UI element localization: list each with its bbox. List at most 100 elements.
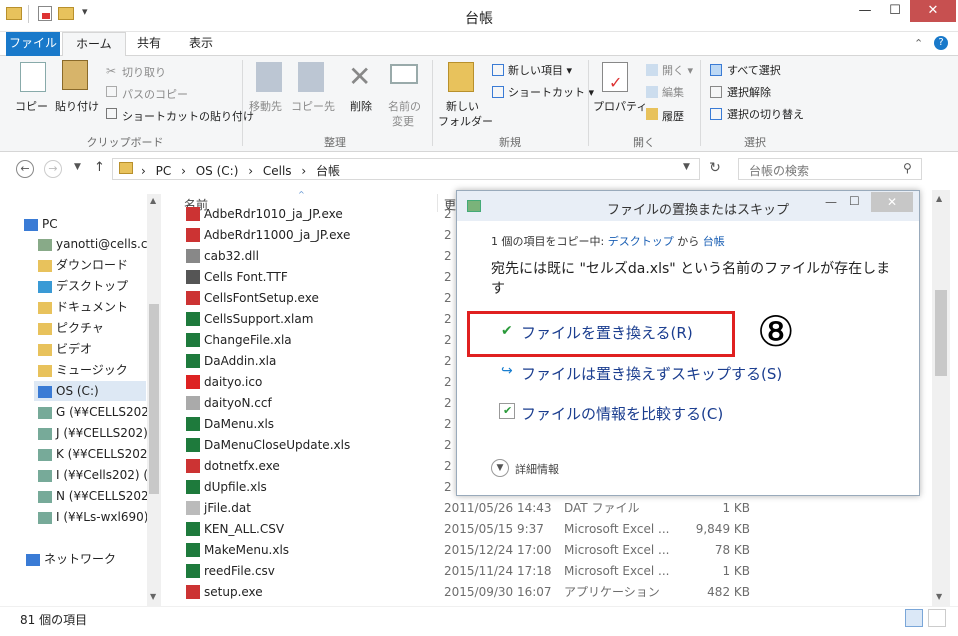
paste-shortcut-icon — [106, 108, 117, 119]
file-icon — [186, 522, 200, 536]
back-icon[interactable]: ← — [16, 160, 34, 178]
file-date: 2 — [444, 396, 452, 410]
window-title: 台帳 — [465, 11, 493, 27]
nav-item-k[interactable]: K (¥¥CELLS202 — [38, 444, 148, 464]
breadcrumb-daicho[interactable]: 台帳 — [316, 164, 340, 178]
chevron-up-icon[interactable]: ⌃ — [914, 37, 923, 50]
search-input[interactable]: 台帳の検索 — [749, 162, 809, 179]
tab-view[interactable]: 表示 — [176, 32, 226, 56]
more-details-button[interactable]: 詳細情報 — [515, 461, 559, 477]
details-view-icon[interactable] — [905, 609, 923, 627]
chevron-down-icon[interactable]: ▼ — [491, 459, 509, 477]
search-icon[interactable]: ⚲ — [903, 161, 912, 175]
check-icon: ✔ — [501, 323, 513, 339]
invert-selection-button[interactable]: 選択の切り替え — [727, 106, 804, 122]
copy-to-button[interactable]: コピー先 — [291, 98, 335, 114]
computer-icon — [24, 218, 38, 231]
nav-item-i-cells[interactable]: I (¥¥Cells202) ( — [38, 465, 148, 485]
table-row[interactable]: setup.exe 2015/09/30 16:07 アプリケーション 482 KB — [176, 582, 776, 603]
file-date: 2 — [444, 249, 452, 263]
file-date: 2015/05/15 9:37 — [444, 522, 544, 536]
properties-button[interactable]: プロパティ — [593, 98, 647, 114]
large-icons-view-icon[interactable] — [928, 609, 946, 627]
history-button[interactable]: 履歴 — [662, 108, 684, 124]
breadcrumb-drive[interactable]: OS (C:) — [196, 164, 239, 178]
breadcrumb-sep: › — [248, 164, 254, 178]
network-drive-icon — [38, 448, 52, 461]
minimize-button[interactable]: — — [850, 0, 880, 22]
copy-path-button[interactable]: パスのコピー — [122, 86, 188, 102]
skip-option[interactable]: ファイルは置き換えずスキップする(S) — [521, 363, 782, 384]
search-box[interactable]: 台帳の検索 ⚲ — [738, 158, 922, 180]
breadcrumb-cells[interactable]: Cells — [263, 164, 292, 178]
compare-option[interactable]: ファイルの情報を比較する(C) — [521, 403, 723, 424]
source-link[interactable]: デスクトップ — [608, 235, 674, 248]
open-group-label: 開く — [633, 136, 655, 149]
file-icon — [186, 312, 200, 326]
nav-item-i-ls[interactable]: I (¥¥Ls-wxl690) — [38, 507, 148, 527]
dialog-maximize-button[interactable]: ☐ — [849, 194, 860, 208]
new-item-button[interactable]: 新しい項目 ▾ — [508, 62, 572, 78]
move-to-button[interactable]: 移動先 — [249, 98, 282, 114]
nav-item-downloads[interactable]: ダウンロード — [38, 255, 128, 275]
paste-shortcut-button[interactable]: ショートカットの貼り付け — [122, 108, 254, 124]
nav-item-music[interactable]: ミュージック — [38, 360, 128, 380]
edit-button[interactable]: 編集 — [662, 84, 684, 100]
select-none-button[interactable]: 選択解除 — [727, 84, 771, 100]
breadcrumb-pc[interactable]: PC — [156, 164, 172, 178]
table-row[interactable]: MakeMenu.xls 2015/12/24 17:00 Microsoft Ex… — [176, 540, 776, 561]
nav-item-n[interactable]: N (¥¥CELLS202 — [38, 486, 149, 506]
rename-button-line1[interactable]: 名前の — [388, 98, 421, 114]
file-name: Cells Font.TTF — [204, 270, 288, 284]
delete-button[interactable]: 削除 — [350, 98, 372, 114]
table-row[interactable]: jFile.dat 2011/05/26 14:43 DAT ファイル 1 KB — [176, 498, 776, 519]
paste-button[interactable]: 貼り付け — [55, 98, 99, 114]
open-button[interactable]: 開く ▾ — [662, 62, 693, 78]
shortcut-button[interactable]: ショートカット ▾ — [508, 84, 594, 100]
dialog-minimize-button[interactable]: — — [825, 195, 837, 209]
cut-button[interactable]: 切り取り — [122, 64, 166, 80]
address-dropdown-icon[interactable]: ▼ — [683, 162, 690, 172]
nav-item-desktop[interactable]: デスクトップ — [38, 276, 128, 296]
file-icon — [186, 270, 200, 284]
help-icon[interactable]: ? — [934, 36, 948, 50]
forward-icon[interactable]: → — [44, 160, 62, 178]
nav-item-os-c[interactable]: OS (C:) — [34, 381, 146, 401]
maximize-button[interactable]: ☐ — [880, 0, 910, 22]
tab-home[interactable]: ホーム — [62, 32, 126, 57]
nav-item-videos[interactable]: ビデオ — [38, 339, 92, 359]
select-all-button[interactable]: すべて選択 — [727, 62, 781, 78]
new-folder-button-line2[interactable]: フォルダー — [438, 113, 493, 129]
destination-link[interactable]: 台帳 — [703, 235, 725, 248]
easy-access-icon — [492, 86, 504, 98]
rename-button-line2[interactable]: 変更 — [392, 113, 414, 129]
nav-scrollbar[interactable]: ▲ ▼ — [147, 194, 161, 606]
file-icon — [186, 501, 200, 515]
nav-item-g[interactable]: G (¥¥CELLS202 — [38, 402, 149, 422]
replace-option[interactable]: ファイルを置き換える(R) — [521, 322, 693, 343]
file-icon — [186, 480, 200, 494]
open-icon — [646, 64, 658, 76]
address-box[interactable]: › PC › OS (C:) › Cells › 台帳 ▼ — [112, 158, 700, 180]
file-type: アプリケーション — [564, 585, 660, 599]
new-folder-button-line1[interactable]: 新しい — [446, 98, 479, 114]
copy-button[interactable]: コピー — [15, 98, 48, 114]
nav-item-pc[interactable]: PC — [24, 214, 58, 234]
file-scrollbar[interactable]: ▲ ▼ — [932, 190, 950, 606]
recent-dropdown-icon[interactable]: ▼ — [74, 162, 81, 172]
nav-item-user[interactable]: yanotti@cells.c — [38, 234, 147, 254]
nav-item-documents[interactable]: ドキュメント — [38, 297, 128, 317]
nav-item-j[interactable]: J (¥¥CELLS202) — [38, 423, 148, 443]
up-icon[interactable]: ↑ — [94, 160, 105, 175]
dialog-close-button[interactable]: ✕ — [871, 192, 913, 212]
file-icon — [186, 543, 200, 557]
tab-file[interactable]: ファイル — [6, 32, 60, 56]
nav-item-pictures[interactable]: ピクチャ — [38, 318, 104, 338]
nav-item-network[interactable]: ネットワーク — [26, 549, 116, 569]
close-button[interactable]: ✕ — [910, 0, 956, 22]
refresh-icon[interactable]: ↻ — [704, 160, 726, 180]
table-row[interactable]: KEN_ALL.CSV 2015/05/15 9:37 Microsoft Exce… — [176, 519, 776, 540]
file-name: daityo.ico — [204, 375, 263, 389]
tab-share[interactable]: 共有 — [124, 32, 174, 56]
table-row[interactable]: reedFile.csv 2015/11/24 17:18 Microsoft Ex… — [176, 561, 776, 582]
